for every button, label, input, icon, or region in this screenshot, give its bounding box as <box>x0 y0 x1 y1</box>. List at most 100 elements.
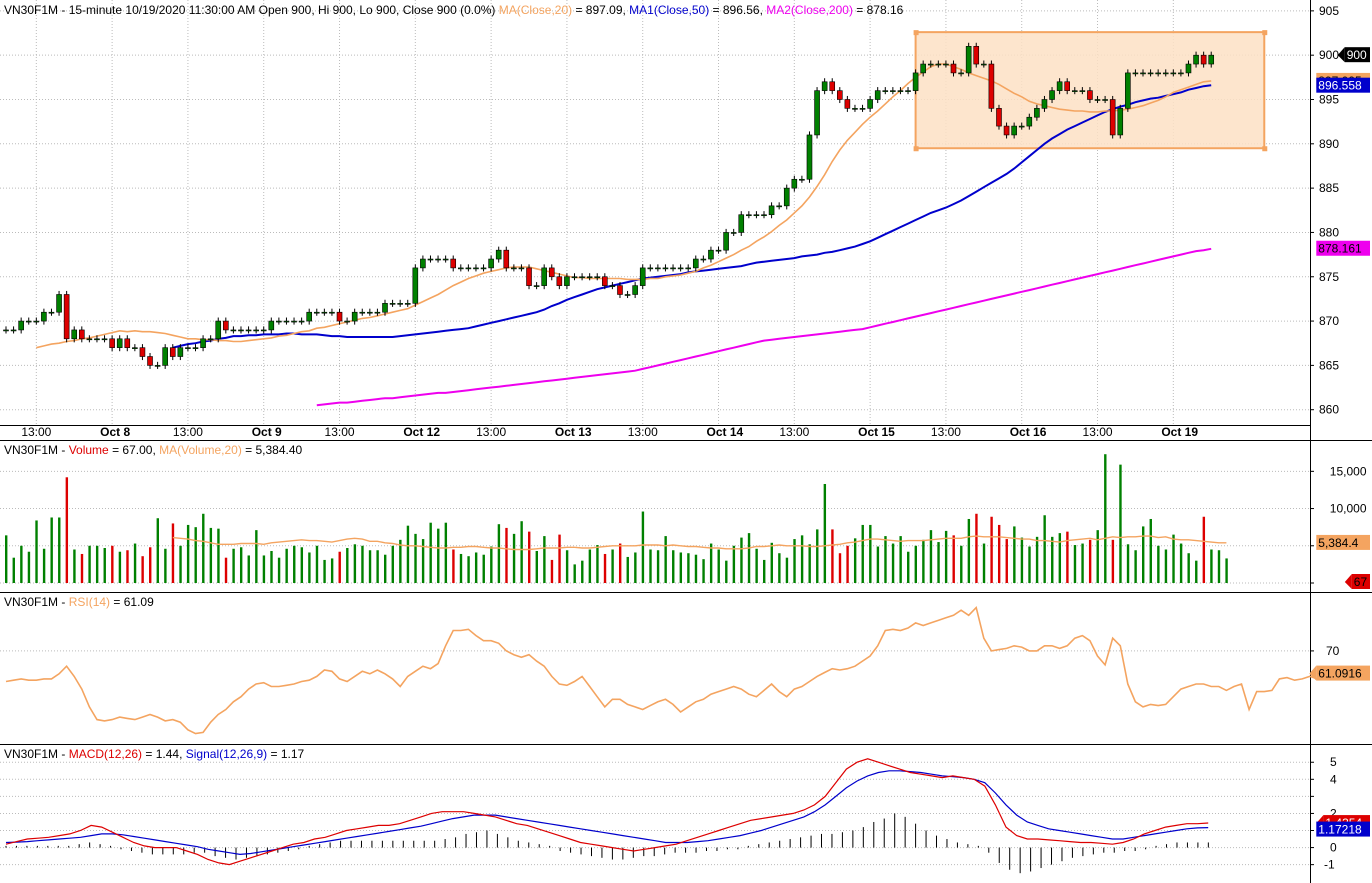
rsi-value-tag-group: 61.0916 <box>1309 665 1370 681</box>
rsi-label: RSI(14) <box>68 595 111 609</box>
volume-bar <box>626 556 629 583</box>
volume-bar <box>421 539 425 583</box>
candle-body <box>1117 108 1124 136</box>
volume-bar <box>755 548 758 583</box>
volume-bar <box>1202 516 1206 583</box>
volume-bar <box>376 550 379 583</box>
volume-bar <box>952 535 955 583</box>
candle-body <box>715 249 722 252</box>
volume-bar <box>1225 558 1228 583</box>
volume-bar <box>982 543 986 583</box>
ma200-value-tag: 878.161 <box>1318 242 1362 256</box>
volume-bar <box>490 546 493 583</box>
candle-body <box>692 258 699 269</box>
candle-body <box>147 356 153 366</box>
volume-bar <box>27 551 31 583</box>
time-tick-label: Oct 19 <box>1161 425 1198 439</box>
candle-body <box>71 329 78 340</box>
time-tick-label: 13:00 <box>931 425 961 439</box>
candle-body <box>291 320 297 323</box>
candle-body <box>639 267 646 286</box>
volume-bar <box>338 551 341 583</box>
volume-bar <box>528 531 531 583</box>
candle-body <box>768 205 775 216</box>
volume-bar <box>186 524 190 583</box>
volume-bar <box>474 552 478 583</box>
candle-body <box>844 99 851 109</box>
candle-body <box>836 90 843 100</box>
candle-body <box>101 338 108 341</box>
rsi-value-tag: 61.0916 <box>1318 667 1362 681</box>
volume-bar <box>884 536 887 583</box>
volume-tick-label: 10,000 <box>1330 502 1367 516</box>
candle-body <box>389 303 396 305</box>
macd-panel-header: VN30F1M - MACD(12,26) = 1.44, Signal(12,… <box>4 747 304 761</box>
stock-chart: 860 865 870 875 880 885 890 895 900 905 13:00 Oct 8… <box>0 0 1372 883</box>
volume-bar <box>808 544 811 583</box>
candle-body <box>185 347 191 349</box>
volume-bar <box>1005 539 1008 583</box>
time-tick-label: 13:00 <box>1083 425 1113 439</box>
volume-tick-label: 15,000 <box>1330 464 1367 478</box>
ma20-value: = 897.09, <box>572 3 630 17</box>
volume-symbol: VN30F1M <box>4 443 59 457</box>
time-tick-label: Oct 12 <box>403 425 440 439</box>
volume-bar <box>217 528 220 583</box>
candle-body <box>1056 81 1063 91</box>
candle-body <box>480 267 487 270</box>
volume-bar <box>95 545 99 583</box>
volume-bar <box>262 555 266 583</box>
volume-bar <box>1096 530 1099 583</box>
candle-body <box>526 267 532 286</box>
candle-body <box>1049 90 1055 100</box>
volume-label: Volume <box>68 443 109 457</box>
volume-ma-value: = 5,384.40 <box>241 443 303 457</box>
candle-body <box>829 81 836 91</box>
candle-body <box>890 90 896 92</box>
candle-body <box>1162 72 1169 75</box>
time-tick-label: 13:00 <box>779 425 809 439</box>
volume-bar <box>763 559 766 583</box>
candle-body <box>321 311 328 314</box>
volume-bar <box>149 547 152 583</box>
volume-bar <box>975 513 978 583</box>
candle-body <box>367 311 373 314</box>
volume-bar <box>346 548 349 583</box>
candle-body <box>427 258 434 261</box>
candle-body <box>351 311 358 322</box>
candle-body <box>950 63 957 74</box>
candle-body <box>1034 108 1040 118</box>
volume-value: = 67.00, <box>108 443 160 457</box>
volume-bar <box>202 513 205 583</box>
volume-bar <box>869 524 872 583</box>
candle-body <box>1079 90 1086 92</box>
candle-body <box>1125 72 1131 109</box>
rsi-tick-label: 70 <box>1326 644 1340 658</box>
volume-bar <box>1088 539 1092 583</box>
candle-body <box>655 267 661 270</box>
price-description: - 15-minute 10/19/2020 11:30:00 AM Open … <box>58 3 499 17</box>
candle-body <box>988 63 995 109</box>
volume-bar <box>618 543 622 583</box>
price-tick-label: 870 <box>1319 314 1339 328</box>
candle-body <box>564 276 570 286</box>
candle-body <box>1178 72 1184 75</box>
volume-bar <box>452 549 455 583</box>
candle-body <box>306 311 313 322</box>
candle-body <box>723 232 729 251</box>
volume-bar <box>687 553 690 583</box>
candle-body <box>329 311 335 314</box>
volume-bar <box>179 545 182 583</box>
volume-bar <box>778 553 781 583</box>
candle-body <box>814 90 820 136</box>
volume-panel-header: VN30F1M - Volume = 67.00, MA(Volume,20) … <box>4 443 302 457</box>
candle-body <box>905 90 911 92</box>
volume-bar <box>1073 545 1077 583</box>
candle-body <box>10 329 17 332</box>
price-tick-label: 860 <box>1319 403 1339 417</box>
volume-bar <box>649 549 652 583</box>
volume-bar <box>444 522 448 583</box>
price-panel-header: VN30F1M - 15-minute 10/19/2020 11:30:00 … <box>4 3 903 17</box>
time-tick-label: Oct 8 <box>100 425 130 439</box>
volume-bar <box>679 552 683 583</box>
